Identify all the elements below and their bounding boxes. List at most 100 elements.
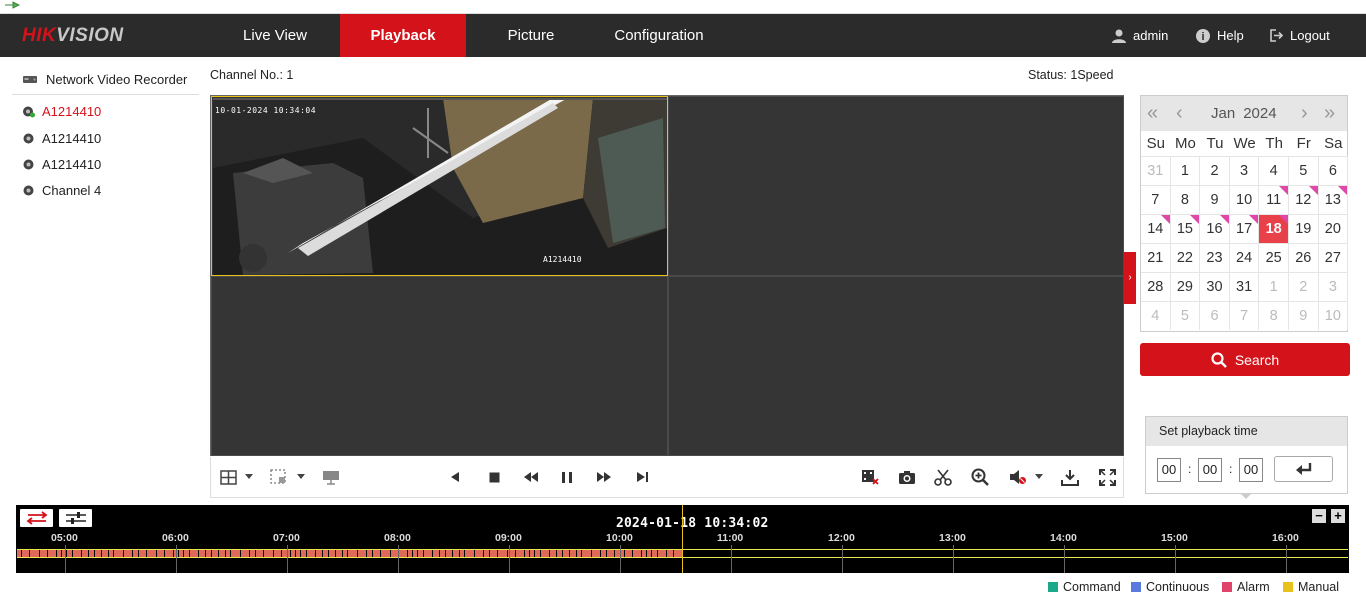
stop-all-button[interactable] bbox=[268, 467, 290, 487]
hour-field[interactable]: 00 bbox=[1157, 458, 1181, 482]
calendar-day[interactable]: 23 bbox=[1200, 243, 1230, 272]
video-window-4[interactable] bbox=[668, 276, 1124, 456]
calendar-day[interactable]: 5 bbox=[1170, 301, 1201, 330]
download-button[interactable] bbox=[1059, 467, 1081, 487]
calendar-day[interactable]: 15 bbox=[1170, 214, 1201, 243]
pause-icon bbox=[562, 471, 572, 483]
calendar-day[interactable]: 2 bbox=[1200, 156, 1230, 185]
digital-zoom-button[interactable] bbox=[969, 467, 991, 487]
timeline-cursor[interactable] bbox=[682, 505, 683, 573]
slow-forward-button[interactable] bbox=[520, 467, 542, 487]
user-menu[interactable]: admin bbox=[1111, 14, 1168, 57]
legend-swatch bbox=[1222, 582, 1232, 592]
fullscreen-button[interactable] bbox=[1096, 467, 1118, 487]
calendar-day[interactable]: 28 bbox=[1141, 272, 1171, 301]
calendar-day[interactable]: 7 bbox=[1141, 185, 1171, 214]
recording-segment[interactable] bbox=[17, 550, 682, 557]
synchronize-button[interactable] bbox=[320, 467, 342, 487]
stop-clipping-button[interactable] bbox=[859, 467, 881, 487]
calendar-day[interactable]: 7 bbox=[1229, 301, 1260, 330]
calendar-day[interactable]: 9 bbox=[1200, 185, 1230, 214]
chevron-down-icon[interactable] bbox=[245, 474, 253, 479]
stop-button[interactable] bbox=[483, 467, 505, 487]
tab-playback[interactable]: Playback bbox=[340, 14, 466, 57]
calendar-day[interactable]: 29 bbox=[1170, 272, 1201, 301]
clip-button[interactable] bbox=[932, 467, 954, 487]
tree-item-camera-1[interactable]: A1214410 bbox=[22, 104, 101, 119]
timeline-switch-button[interactable] bbox=[20, 509, 53, 527]
next-year-icon[interactable]: » bbox=[1324, 102, 1335, 125]
chevron-down-icon[interactable] bbox=[1035, 474, 1043, 479]
calendar-day[interactable]: 3 bbox=[1318, 272, 1349, 301]
camera-icon bbox=[899, 470, 915, 484]
calendar-day[interactable]: 27 bbox=[1318, 243, 1349, 272]
pause-button[interactable] bbox=[556, 467, 578, 487]
help-link[interactable]: i Help bbox=[1195, 14, 1244, 57]
calendar-day[interactable]: 1 bbox=[1259, 272, 1289, 301]
calendar-day[interactable]: 6 bbox=[1200, 301, 1230, 330]
calendar-day-selected[interactable]: 18 bbox=[1259, 214, 1289, 243]
prev-month-icon[interactable]: ‹ bbox=[1176, 102, 1183, 125]
timeline[interactable]: 2024-01-18 10:34:02 − + 05:00 06:00 07:00 0… bbox=[16, 505, 1349, 573]
timeline-zoom-out-button[interactable]: − bbox=[1312, 509, 1326, 523]
calendar-day[interactable]: 17 bbox=[1229, 214, 1260, 243]
calendar-day[interactable]: 19 bbox=[1288, 214, 1319, 243]
calendar-day[interactable]: 8 bbox=[1259, 301, 1289, 330]
tree-item-camera-4[interactable]: Channel 4 bbox=[22, 183, 101, 198]
calendar-day[interactable]: 12 bbox=[1288, 185, 1319, 214]
single-frame-button[interactable] bbox=[631, 467, 653, 487]
calendar-day[interactable]: 10 bbox=[1318, 301, 1349, 330]
calendar-day[interactable]: 4 bbox=[1141, 301, 1171, 330]
calendar-day[interactable]: 3 bbox=[1229, 156, 1260, 185]
tree-item-camera-3[interactable]: A1214410 bbox=[22, 157, 101, 172]
calendar-day[interactable]: 6 bbox=[1318, 156, 1349, 185]
window-layout-button[interactable] bbox=[217, 467, 239, 487]
calendar-day[interactable]: 25 bbox=[1259, 243, 1289, 272]
calendar-day[interactable]: 21 bbox=[1141, 243, 1171, 272]
minute-field[interactable]: 00 bbox=[1198, 458, 1222, 482]
recording-gap bbox=[372, 550, 373, 557]
timeline-filter-button[interactable] bbox=[59, 509, 92, 527]
side-panel-toggle[interactable]: › bbox=[1124, 252, 1136, 304]
calendar-day[interactable]: 1 bbox=[1170, 156, 1201, 185]
calendar-day[interactable]: 5 bbox=[1288, 156, 1319, 185]
calendar-day[interactable]: 13 bbox=[1318, 185, 1349, 214]
fast-forward-button[interactable] bbox=[593, 467, 615, 487]
calendar-day[interactable]: 8 bbox=[1170, 185, 1201, 214]
calendar-day[interactable]: 30 bbox=[1200, 272, 1230, 301]
calendar-day[interactable]: 2 bbox=[1288, 272, 1319, 301]
calendar-day[interactable]: 24 bbox=[1229, 243, 1260, 272]
calendar-day[interactable]: 14 bbox=[1141, 214, 1171, 243]
next-month-icon[interactable]: › bbox=[1301, 102, 1308, 125]
calendar-day[interactable]: 10 bbox=[1229, 185, 1260, 214]
video-window-3[interactable] bbox=[211, 276, 668, 456]
tab-live-view[interactable]: Live View bbox=[210, 14, 340, 57]
prev-year-icon[interactable]: « bbox=[1147, 102, 1158, 125]
tree-item-camera-2[interactable]: A1214410 bbox=[22, 131, 101, 146]
video-window-2[interactable] bbox=[668, 96, 1124, 276]
calendar-day[interactable]: 4 bbox=[1259, 156, 1289, 185]
calendar-day[interactable]: 20 bbox=[1318, 214, 1349, 243]
calendar-day[interactable]: 16 bbox=[1200, 214, 1230, 243]
chevron-down-icon[interactable] bbox=[297, 474, 305, 479]
capture-button[interactable] bbox=[896, 467, 918, 487]
go-to-time-button[interactable] bbox=[1274, 456, 1333, 482]
second-field[interactable]: 00 bbox=[1239, 458, 1263, 482]
tab-configuration[interactable]: Configuration bbox=[596, 14, 722, 57]
calendar-day[interactable]: 31 bbox=[1141, 156, 1171, 185]
search-button[interactable]: Search bbox=[1140, 343, 1350, 376]
recording-gap bbox=[366, 550, 367, 557]
timeline-zoom-in-button[interactable]: + bbox=[1331, 509, 1345, 523]
calendar-day[interactable]: 9 bbox=[1288, 301, 1319, 330]
calendar-day[interactable]: 26 bbox=[1288, 243, 1319, 272]
calendar-day[interactable]: 22 bbox=[1170, 243, 1201, 272]
logout-link[interactable]: Logout bbox=[1269, 14, 1330, 57]
reverse-button[interactable] bbox=[444, 467, 466, 487]
calendar-day[interactable]: 31 bbox=[1229, 272, 1260, 301]
calendar-day[interactable]: 11 bbox=[1259, 185, 1289, 214]
tab-picture[interactable]: Picture bbox=[466, 14, 596, 57]
audio-button[interactable] bbox=[1007, 467, 1029, 487]
video-window-1[interactable]: 10-01-2024 10:34:04 A1214410 bbox=[211, 96, 668, 276]
tree-root[interactable]: Network Video Recorder bbox=[12, 64, 199, 95]
calendar-days: Su Mo Tu We Th Fr Sa 31 1 2 3 4 5 6 7 8 9 10 11 12 13 14 15 16 1… bbox=[1141, 131, 1349, 330]
